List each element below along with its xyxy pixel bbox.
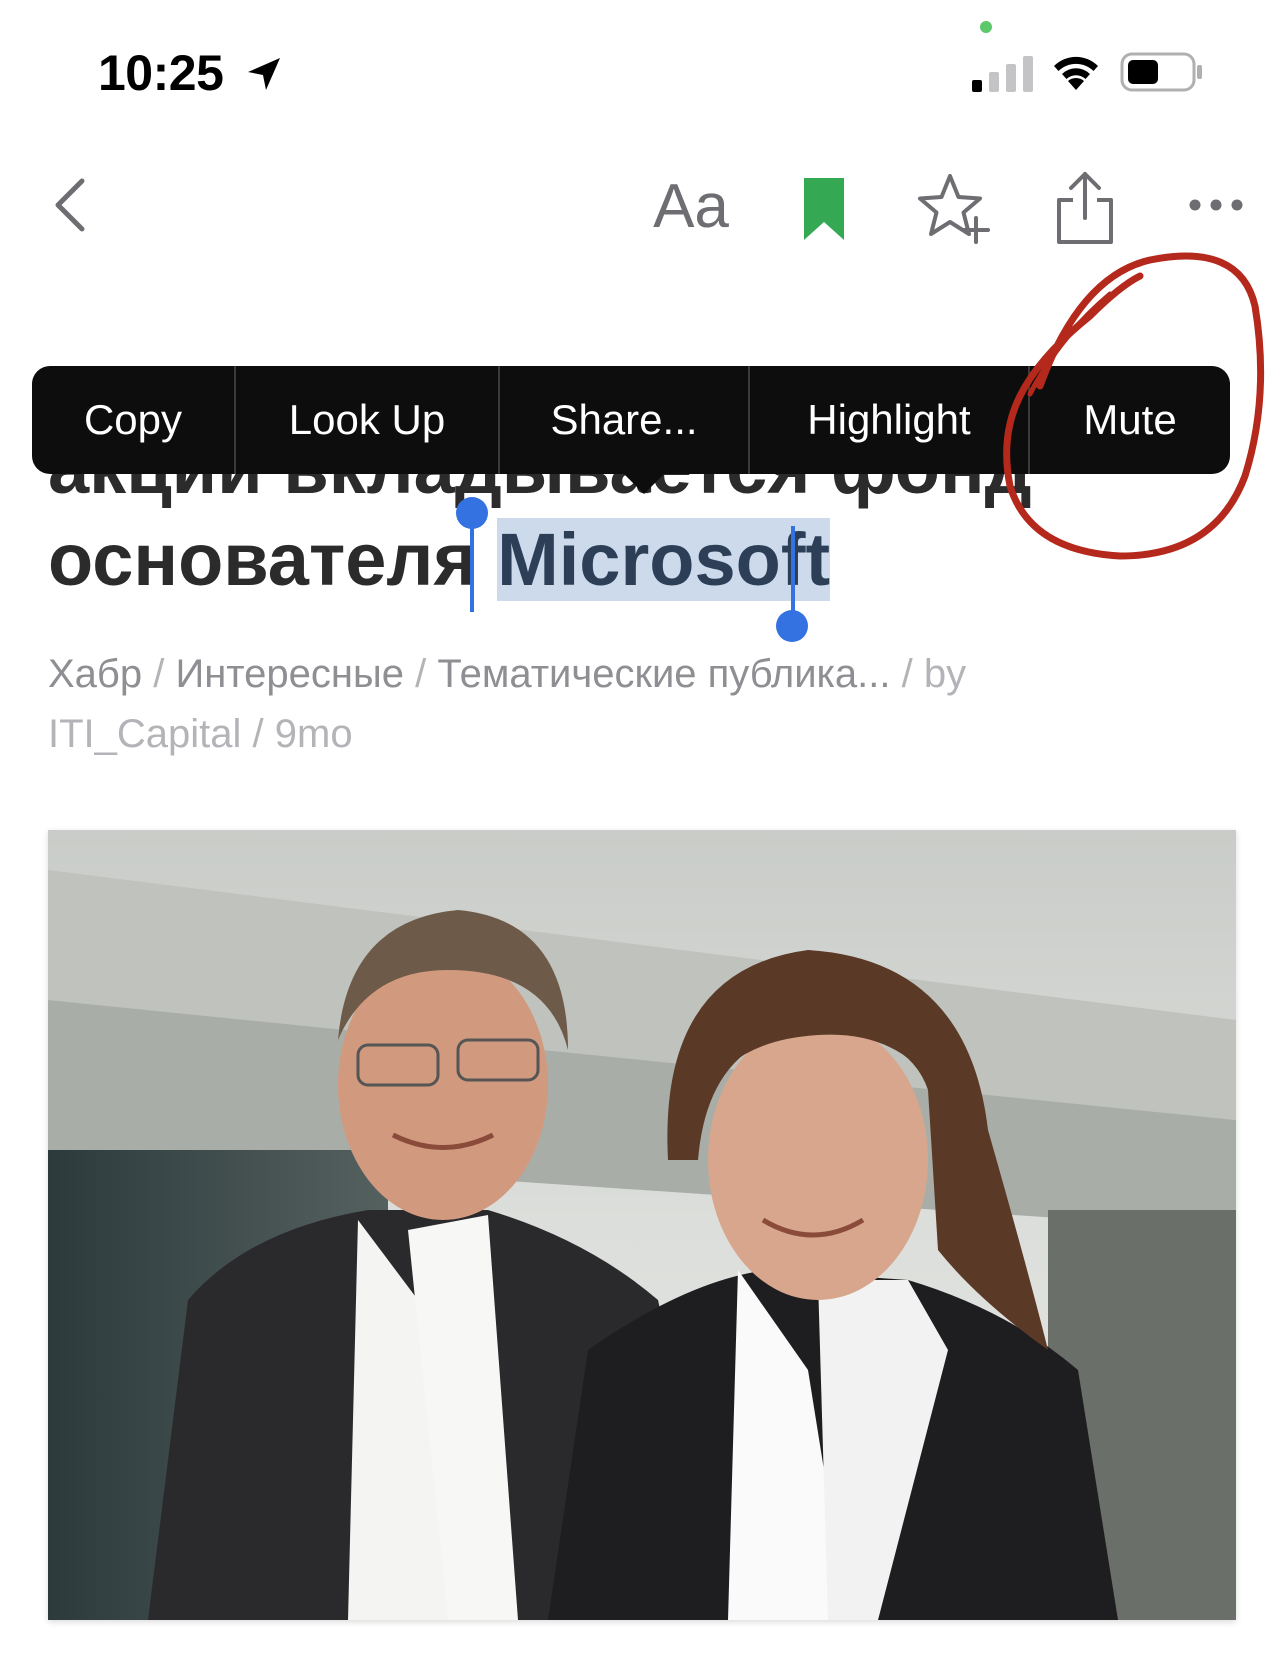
wifi-icon <box>1054 56 1098 90</box>
share-button[interactable] <box>1052 170 1118 246</box>
cellular-signal-icon <box>972 56 1033 92</box>
meta-by-label: by <box>923 652 967 696</box>
more-icon <box>1189 199 1243 211</box>
back-button[interactable] <box>40 170 100 240</box>
chevron-left-icon <box>55 178 85 232</box>
edit-menu-arrow <box>622 472 666 494</box>
article-hero-image <box>48 830 1236 1620</box>
photo-illustration <box>48 830 1236 1620</box>
meta-category-1[interactable]: Интересные <box>175 652 404 696</box>
status-time: 10:25 <box>98 45 224 101</box>
bookmark-icon <box>804 178 844 240</box>
title-line-3: основателя Microsoft <box>48 514 1238 606</box>
text-edit-menu: Copy Look Up Share... Highlight Mute <box>32 366 1230 474</box>
title-line-3-prefix: основателя <box>48 518 498 601</box>
meta-category-2[interactable]: Тематические публика... <box>437 652 890 696</box>
camera-indicator <box>980 21 992 33</box>
menu-copy[interactable]: Copy <box>32 366 236 474</box>
location-arrow-icon <box>248 58 280 90</box>
menu-look-up[interactable]: Look Up <box>236 366 500 474</box>
selection-start-line <box>470 512 474 612</box>
meta-line-1: Хабр / Интересные / Тематические публика… <box>48 652 967 696</box>
selected-text[interactable]: Microsoft <box>497 518 831 601</box>
meta-line-2: ITI_Capital / 9mo <box>48 712 353 756</box>
menu-highlight[interactable]: Highlight <box>750 366 1030 474</box>
favorite-button[interactable] <box>916 170 992 246</box>
meta-source[interactable]: Хабр <box>48 652 142 696</box>
font-settings-button[interactable]: Aa <box>648 168 734 244</box>
menu-mute[interactable]: Mute <box>1030 366 1230 474</box>
article-meta: Хабр / Интересные / Тематические публика… <box>48 644 1238 764</box>
star-plus-icon <box>918 174 990 244</box>
selection-end-handle[interactable] <box>776 610 808 642</box>
meta-author[interactable]: ITI_Capital <box>48 712 241 756</box>
share-icon <box>1057 172 1113 244</box>
meta-age: 9mo <box>274 712 353 756</box>
bookmark-button[interactable] <box>796 174 852 244</box>
more-button[interactable] <box>1186 190 1246 220</box>
menu-share[interactable]: Share... <box>500 366 750 474</box>
battery-icon <box>1120 52 1202 92</box>
